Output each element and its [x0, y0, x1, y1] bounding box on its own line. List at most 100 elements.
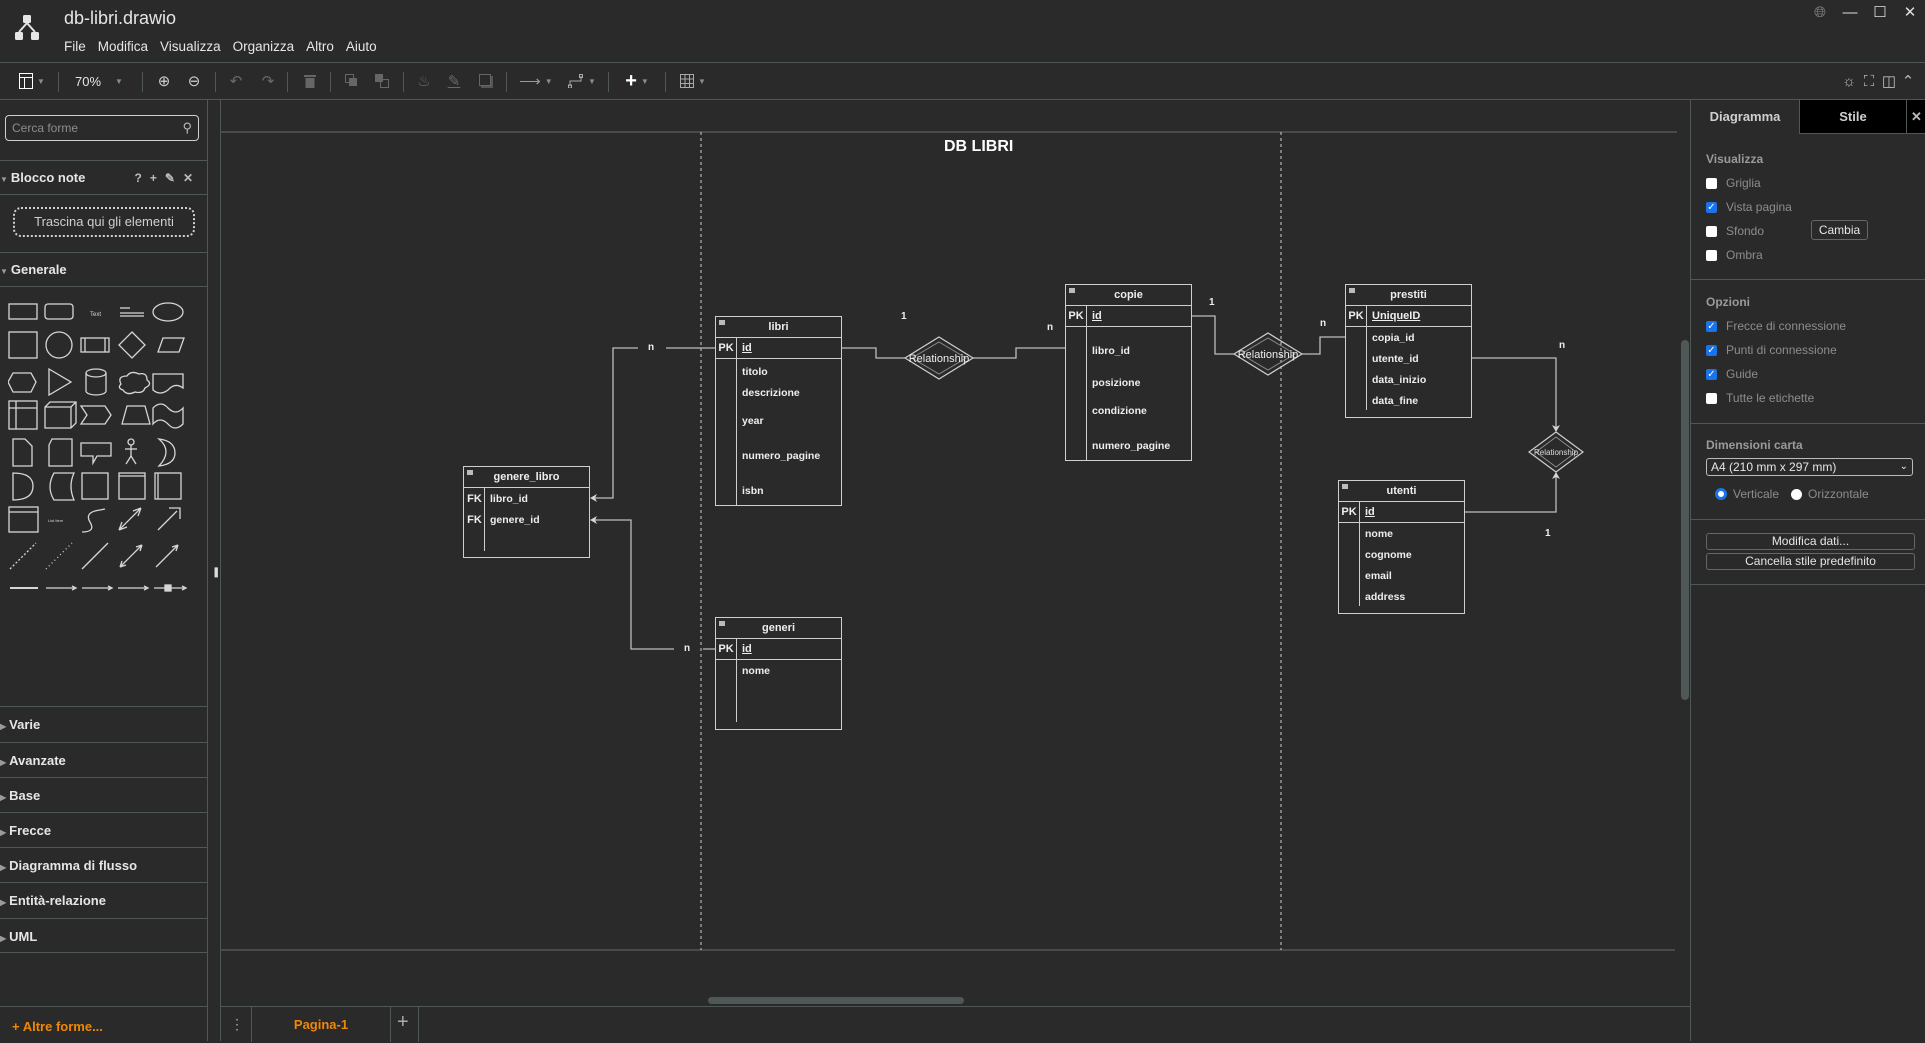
checkbox-ombra[interactable]: Ombra [1706, 248, 1763, 262]
checkbox-checked-icon[interactable]: ✓ [1706, 344, 1717, 356]
collapse-icon[interactable] [467, 470, 473, 475]
pk-row[interactable]: PK id [716, 639, 841, 660]
close-button[interactable]: ✕ [1895, 3, 1925, 21]
attribute[interactable]: utente_id [1372, 353, 1419, 365]
vertical-scrollbar[interactable] [1681, 340, 1689, 700]
entity-utenti[interactable]: utenti PK id nome cognome email address [1338, 480, 1465, 614]
clear-default-style-button[interactable]: Cancella stile predefinito [1706, 553, 1915, 570]
close-icon[interactable]: ✕ [183, 170, 193, 186]
cardinality-label[interactable]: n [1559, 340, 1565, 351]
more-shapes-button[interactable]: + Altre forme... [12, 1019, 103, 1034]
collapse-icon[interactable] [1342, 484, 1348, 489]
cardinality-label[interactable]: 1 [1209, 297, 1215, 308]
appearance-button[interactable]: ☼ [1838, 63, 1860, 99]
attribute[interactable]: posizione [1092, 377, 1140, 389]
attribute[interactable]: data_inizio [1372, 374, 1426, 386]
attribute[interactable]: nome [742, 665, 770, 677]
collapse-icon[interactable] [719, 621, 725, 626]
connection-style-button[interactable]: ⟶ ▼ [516, 63, 556, 99]
attribute[interactable]: cognome [1365, 549, 1412, 561]
pk-row[interactable]: PK id [716, 338, 841, 359]
scratchpad-header[interactable]: ▼ Blocco note ? + ✎ ✕ [0, 160, 207, 194]
checkbox-checked-icon[interactable]: ✓ [1706, 368, 1717, 380]
line-color-button[interactable]: ✎ [442, 63, 466, 99]
menu-visualizza[interactable]: Visualizza [160, 39, 221, 54]
zoom-out-button[interactable]: ⊖ [182, 63, 206, 99]
checkbox-icon[interactable] [1706, 392, 1717, 404]
radio-verticale[interactable]: Verticale [1715, 487, 1779, 501]
fk-row[interactable]: FK libro_id [464, 493, 528, 505]
fullscreen-button[interactable]: ⛶ [1858, 63, 1880, 99]
checkbox-punti-connessione[interactable]: ✓ Punti di connessione [1706, 343, 1837, 357]
entity-genere-libro[interactable]: genere_libro FK libro_id FK genere_id [463, 466, 590, 558]
radio-orizzontale[interactable]: Orizzontale [1791, 487, 1869, 501]
section-diagramma-di-flusso[interactable]: ▶ Diagramma di flusso [0, 847, 207, 882]
close-panel-icon[interactable]: ✕ [1906, 100, 1925, 134]
maximize-button[interactable]: ☐ [1865, 3, 1895, 21]
attribute[interactable]: copia_id [1372, 332, 1415, 344]
change-background-button[interactable]: Cambia [1811, 220, 1868, 240]
globe-icon[interactable]: 🌐︎ [1805, 4, 1835, 21]
pk-row[interactable]: PK id [1339, 502, 1464, 523]
search-shapes-input[interactable]: Cerca forme ⚲ [5, 115, 199, 141]
cardinality-label[interactable]: n [648, 342, 654, 353]
radio-icon[interactable] [1791, 488, 1802, 500]
menu-file[interactable]: File [64, 39, 86, 54]
help-icon[interactable]: ? [135, 170, 142, 186]
cardinality-label[interactable]: 1 [901, 311, 907, 322]
checkbox-guide[interactable]: ✓ Guide [1706, 367, 1758, 381]
section-base[interactable]: ▶ Base [0, 777, 207, 812]
fk-row[interactable]: FK genere_id [464, 514, 539, 526]
horizontal-scrollbar[interactable] [708, 997, 964, 1004]
pk-row[interactable]: PK UniqueID [1346, 306, 1471, 327]
collapse-toolbar-button[interactable]: ⌃ [1897, 63, 1919, 99]
checkbox-griglia[interactable]: Griglia [1706, 176, 1761, 190]
to-back-button[interactable] [370, 63, 394, 99]
minimize-button[interactable]: — [1835, 4, 1865, 21]
attribute[interactable]: descrizione [742, 387, 800, 399]
attribute[interactable]: numero_pagine [742, 450, 820, 462]
menu-aiuto[interactable]: Aiuto [346, 39, 377, 54]
attribute[interactable]: condizione [1092, 405, 1147, 417]
attribute[interactable]: year [742, 415, 764, 427]
cardinality-label[interactable]: n [1320, 318, 1326, 329]
diagram-title[interactable]: DB LIBRI [944, 138, 1013, 156]
section-entita-relazione[interactable]: ▶ Entità-relazione [0, 882, 207, 918]
section-uml[interactable]: ▶ UML [0, 918, 207, 953]
checkbox-icon[interactable] [1706, 177, 1717, 189]
scratchpad-drop-zone[interactable]: Trascina qui gli elementi [13, 207, 195, 237]
menu-organizza[interactable]: Organizza [233, 39, 295, 54]
entity-libri[interactable]: libri PK id titolo descrizione year numer… [715, 316, 842, 506]
entity-prestiti[interactable]: prestiti PK UniqueID copia_id utente_id d… [1345, 284, 1472, 418]
format-panel-button[interactable]: ▼ [12, 63, 52, 99]
insert-button[interactable]: + ▼ [616, 63, 658, 99]
cardinality-label[interactable]: 1 [1545, 528, 1551, 539]
radio-selected-icon[interactable] [1715, 488, 1727, 500]
relationship-3[interactable]: Relationship [1527, 431, 1585, 473]
attribute[interactable]: libro_id [1092, 345, 1130, 357]
to-front-button[interactable] [340, 63, 364, 99]
tab-diagramma[interactable]: Diagramma [1691, 100, 1799, 134]
fill-color-button[interactable]: ♨︎ [412, 63, 436, 99]
shadow-button[interactable] [474, 63, 498, 99]
waypoints-button[interactable]: ▼ [562, 63, 602, 99]
checkbox-checked-icon[interactable]: ✓ [1706, 201, 1717, 213]
collapse-icon[interactable] [1349, 288, 1355, 293]
search-icon[interactable]: ⚲ [182, 120, 192, 136]
add-icon[interactable]: + [150, 170, 157, 186]
cardinality-label[interactable]: n [684, 643, 690, 654]
checkbox-icon[interactable] [1706, 225, 1717, 237]
attribute[interactable]: titolo [742, 366, 768, 378]
checkbox-sfondo[interactable]: Sfondo [1706, 224, 1764, 238]
section-varie[interactable]: ▶ Varie [0, 706, 207, 742]
pages-menu-icon[interactable]: ⋮ [230, 1016, 244, 1033]
delete-button[interactable] [298, 63, 322, 99]
menu-modifica[interactable]: Modifica [98, 39, 148, 54]
paper-size-select[interactable]: A4 (210 mm x 297 mm) ⌄ [1706, 458, 1913, 476]
checkbox-icon[interactable] [1706, 249, 1717, 261]
checkbox-frecce-connessione[interactable]: ✓ Frecce di connessione [1706, 319, 1846, 333]
splitter-grip-icon[interactable]: ❚ [212, 567, 220, 578]
checkbox-checked-icon[interactable]: ✓ [1706, 320, 1717, 332]
section-avanzate[interactable]: ▶ Avanzate [0, 742, 207, 777]
edit-data-button[interactable]: Modifica dati... [1706, 533, 1915, 550]
